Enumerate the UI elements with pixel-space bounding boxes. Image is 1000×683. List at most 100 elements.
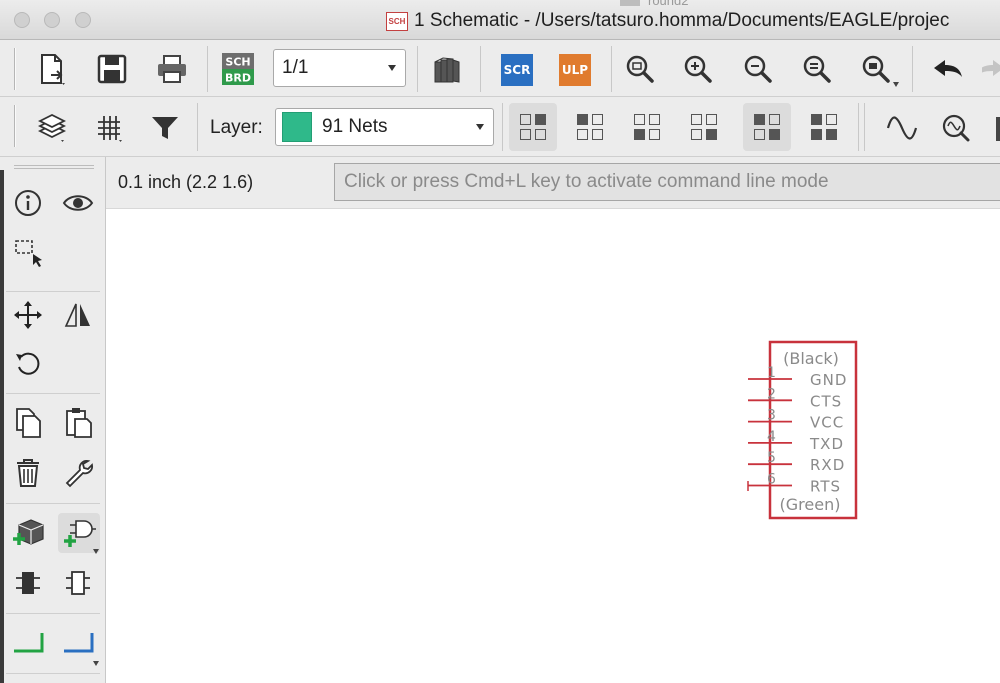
symbol-bottom-label: (Green) [780,495,841,514]
ulp-icon: ULP [559,54,591,86]
chevron-down-icon [893,82,899,87]
toolbox-divider [6,613,100,614]
command-toolbox [0,157,106,683]
scr-icon: SCR [501,54,533,86]
layout-grid-icon [577,114,603,140]
chevron-down-icon [476,124,484,130]
wire-style-button-4[interactable] [680,103,728,151]
invoke-icon[interactable] [60,565,96,601]
sheet-select-value: 1/1 [282,57,309,78]
grid-icon[interactable] [88,107,132,149]
script-button[interactable]: SCR [495,50,539,90]
zoom-out-icon[interactable] [738,49,778,89]
filter-icon[interactable] [143,107,187,149]
toolbox-divider [6,673,100,674]
layer-label: Layer: [210,117,263,138]
cursor-coordinates: 0.1 inch (2.2 1.6) [118,172,254,192]
probe-icon[interactable] [934,107,978,149]
switch-board-icon[interactable]: SCH BRD [220,51,256,87]
change-icon[interactable] [60,455,96,491]
layout-grid-icon [691,114,717,140]
layers-icon[interactable] [30,107,74,149]
schematic-canvas[interactable]: (Black) (Green) 1 GND 2 CTS 3 VCC 4 TXD 5 RXD 6 RTS [106,210,1000,683]
wire-style-button-3[interactable] [623,103,671,151]
pin-number: 6 [767,472,776,488]
pin-number: 3 [767,408,776,424]
net-icon[interactable] [60,625,96,661]
toolbar-separator [502,103,503,151]
replace-icon[interactable] [10,565,46,601]
zoom-select-icon[interactable] [856,49,896,89]
move-icon[interactable] [10,297,46,333]
copy-icon[interactable] [10,405,46,441]
toolbar-separator [197,103,198,151]
pin-number: 5 [767,450,776,466]
rotate-icon[interactable] [10,345,46,381]
wire-style-button-2[interactable] [566,103,614,151]
status-bar: 0.1 inch (2.2 1.6) Click or press Cmd+L … [106,157,1000,209]
toolbox-divider [6,503,100,504]
sch-label: SCH [225,56,250,69]
paste-icon[interactable] [60,405,96,441]
group-select-icon[interactable] [10,235,46,271]
toolbar-separator [207,46,208,92]
pin-name: VCC [810,414,844,432]
pin-name: RXD [810,456,845,474]
symbol-top-label: (Black) [783,349,839,368]
minimize-window-button[interactable] [44,12,60,28]
chevron-down-icon [388,65,396,71]
wire-style-button-5[interactable] [743,103,791,151]
pin-list: 1 GND 2 CTS 3 VCC 4 TXD 5 RXD 6 RTS [748,365,846,496]
sheet-select[interactable]: 1/1 [273,49,406,87]
wire-style-button-6[interactable] [800,103,848,151]
library-icon[interactable] [428,50,464,88]
chevron-down-icon [93,549,99,554]
close-window-button[interactable] [14,12,30,28]
new-file-icon[interactable] [30,48,74,90]
zoom-fit-icon[interactable] [620,49,660,89]
toolbox-divider [6,291,100,292]
zoom-window-button[interactable] [75,12,91,28]
background-tab[interactable]: round2 [620,0,780,8]
pin-name: RTS [810,478,841,496]
pin-number: 1 [767,365,776,381]
zoom-in-icon[interactable] [678,49,718,89]
parameter-toolbar: Layer: 91 Nets [0,97,1000,157]
title-bar: round2 SCH 1 Schematic - /Users/tatsuro.… [0,0,1000,40]
toolbar-separator [864,103,865,151]
toolbar-grip[interactable] [14,48,16,90]
layout-grid-icon [634,114,660,140]
zoom-redraw-icon[interactable] [797,49,837,89]
delete-icon[interactable] [10,455,46,491]
pin-name: CTS [810,392,842,410]
chevron-down-icon [93,661,99,666]
mirror-icon[interactable] [60,297,96,333]
schematic-drawing[interactable]: (Black) (Green) 1 GND 2 CTS 3 VCC 4 TXD 5 RXD 6 RTS [106,210,1000,683]
save-icon[interactable] [90,48,134,90]
layer-select[interactable]: 91 Nets [275,108,494,146]
command-line-input[interactable]: Click or press Cmd+L key to activate com… [334,163,1000,201]
wire-icon[interactable] [10,625,46,661]
pin-name: TXD [809,435,844,453]
undo-icon[interactable] [926,49,970,89]
wave-icon[interactable] [880,107,924,149]
print-icon[interactable] [150,48,194,90]
wire-style-button-1[interactable] [509,103,557,151]
main-toolbar: SCH BRD 1/1 SCR ULP [0,40,1000,97]
eye-icon[interactable] [60,185,96,221]
toolbox-grip[interactable] [14,165,94,169]
pin-number: 2 [767,386,776,402]
redo-icon[interactable] [982,49,1000,89]
add-gate-icon[interactable] [58,513,100,553]
window-edge [0,170,4,683]
add-part-icon[interactable] [10,515,46,551]
toolbar-grip[interactable] [14,105,16,147]
info-icon[interactable] [10,185,46,221]
layer-select-value: 91 Nets [322,116,388,137]
toolbar-separator [858,103,859,151]
layout-grid-icon [754,114,780,140]
ulp-button[interactable]: ULP [553,50,597,90]
layout-grid-icon [520,114,546,140]
toolbar-separator [417,46,418,92]
schematic-document-icon: SCH [386,12,408,31]
